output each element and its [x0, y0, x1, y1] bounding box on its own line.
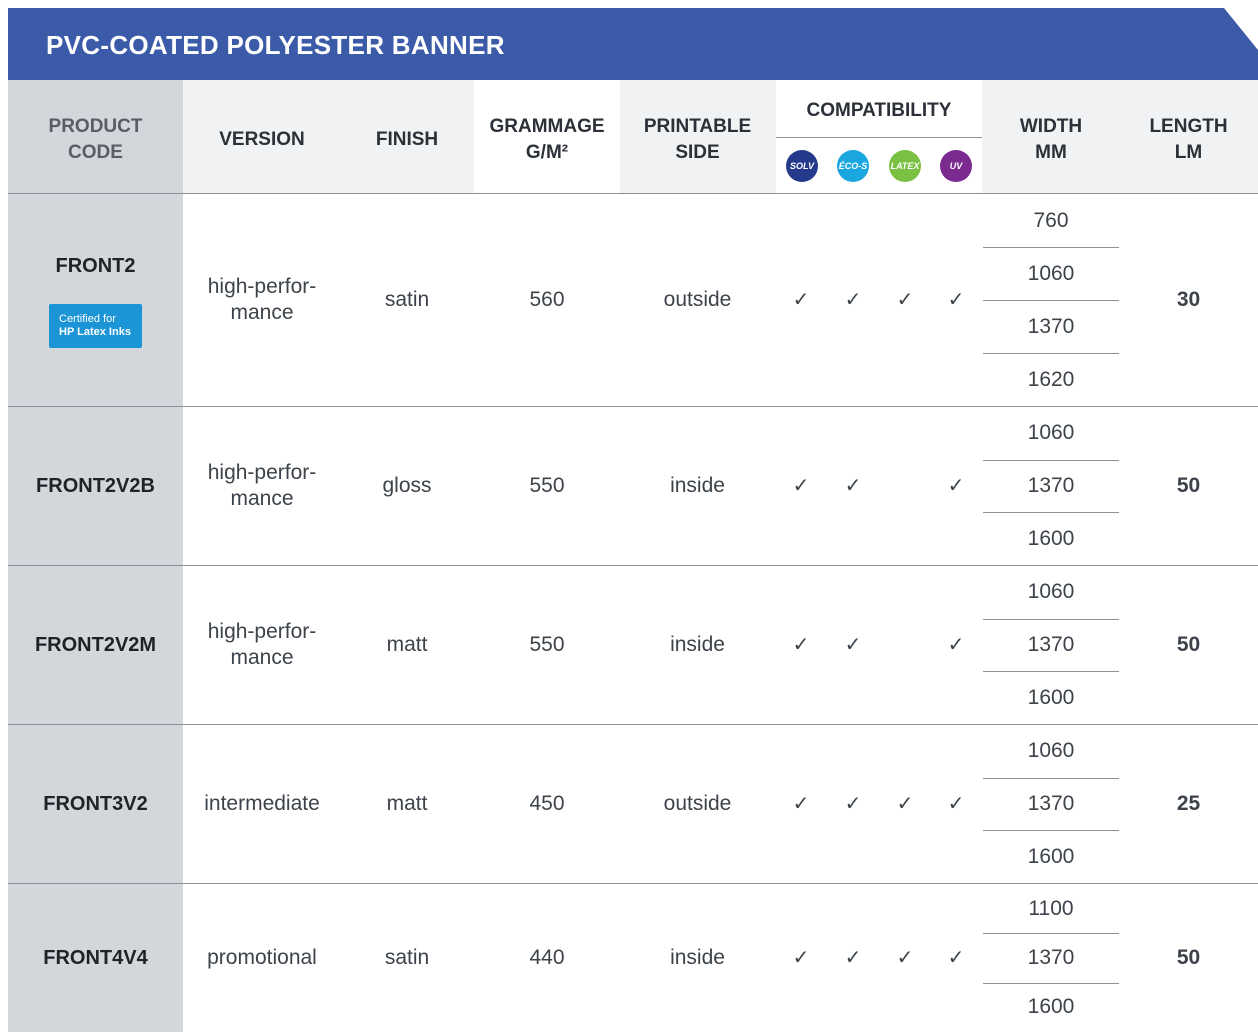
- version-cell: intermediate: [204, 792, 320, 815]
- header-version: VERSION: [219, 129, 305, 150]
- length-cell: 50: [1176, 474, 1201, 497]
- compat-check-cos: ✓: [844, 793, 862, 815]
- compat-check-uv: ✓: [947, 793, 965, 815]
- width-value: 1370: [1027, 791, 1075, 815]
- header-product-code: PRODUCT CODE: [48, 116, 143, 163]
- compat-check-cos: ✓: [844, 289, 862, 311]
- width-value: 1100: [1028, 896, 1074, 920]
- finish-cell: gloss: [382, 474, 432, 497]
- hp-latex-badge: Certified for HP Latex Inks: [49, 304, 142, 348]
- finish-cell: satin: [384, 946, 430, 969]
- header-length: LENGTH LM: [1149, 116, 1228, 163]
- length-cell: 50: [1176, 946, 1201, 969]
- compat-check-solv: ✓: [792, 793, 810, 815]
- grammage-cell: 450: [529, 792, 565, 815]
- finish-cell: matt: [386, 633, 428, 656]
- compat-check-solv: ✓: [792, 475, 810, 497]
- width-value: 760: [1033, 208, 1069, 232]
- printable-side-cell: inside: [670, 474, 725, 497]
- compat-check-latex: ✓: [896, 289, 914, 311]
- width-value: 1600: [1027, 995, 1075, 1019]
- compat-check-solv: ✓: [792, 634, 810, 656]
- product-code: FRONT2V2B: [36, 475, 155, 497]
- width-value: 1600: [1027, 844, 1075, 868]
- header-grammage: GRAMMAGE G/M²: [489, 116, 605, 163]
- compat-check-cos: ✓: [844, 634, 862, 656]
- header-printable-side: PRINTABLE SIDE: [643, 116, 752, 163]
- length-cell: 25: [1176, 792, 1201, 815]
- compat-check-solv: ✓: [792, 289, 810, 311]
- version-cell: promotional: [207, 946, 317, 969]
- compatibility-divider: [776, 137, 982, 138]
- finish-cell: matt: [386, 792, 428, 815]
- product-code: FRONT2V2M: [34, 634, 157, 656]
- badge-line1: Certified for: [59, 313, 116, 325]
- compat-check-uv: ✓: [947, 475, 965, 497]
- grammage-cell: 440: [529, 946, 565, 969]
- product-code: FRONT2: [55, 255, 136, 277]
- version-cell: high-perfor- mance: [207, 275, 317, 324]
- grammage-cell: 550: [529, 474, 565, 497]
- width-value: 1060: [1027, 580, 1075, 604]
- title-banner: PVC-COATED POLYESTER BANNER: [8, 8, 1258, 80]
- printable-side-cell: inside: [670, 633, 725, 656]
- compat-check-cos: ✓: [844, 947, 862, 969]
- product-code: FRONT4V4: [43, 947, 148, 969]
- width-value: 1060: [1027, 739, 1075, 763]
- compat-check-latex: ✓: [896, 793, 914, 815]
- width-value: 1370: [1027, 945, 1075, 969]
- width-value: 1060: [1027, 261, 1075, 285]
- compat-check-latex: ✓: [896, 947, 914, 969]
- compat-check-uv: ✓: [947, 634, 965, 656]
- width-value: 1060: [1027, 421, 1075, 445]
- width-value: 1600: [1027, 685, 1075, 709]
- grammage-cell: 550: [529, 633, 565, 656]
- version-cell: high-perfor- mance: [207, 461, 317, 510]
- product-code: FRONT3V2: [43, 793, 148, 815]
- length-cell: 50: [1176, 633, 1201, 656]
- width-value: 1370: [1027, 314, 1075, 338]
- grammage-cell: 560: [529, 288, 565, 311]
- header-finish: FINISH: [375, 129, 439, 150]
- width-value: 1370: [1027, 632, 1075, 656]
- printable-side-cell: inside: [670, 946, 725, 969]
- compat-check-cos: ✓: [844, 475, 862, 497]
- version-cell: high-perfor- mance: [207, 620, 317, 669]
- width-value: 1600: [1027, 526, 1075, 550]
- width-value: 1370: [1027, 473, 1075, 497]
- ink-icon-uv: UV: [940, 150, 972, 182]
- length-cell: 30: [1176, 288, 1201, 311]
- compat-check-uv: ✓: [947, 947, 965, 969]
- finish-cell: satin: [384, 288, 430, 311]
- width-value: 1620: [1027, 367, 1075, 391]
- ink-icon-solv: SOLV: [786, 150, 818, 182]
- compat-check-solv: ✓: [792, 947, 810, 969]
- header-width: WIDTH MM: [1019, 116, 1083, 163]
- printable-side-cell: outside: [663, 288, 732, 311]
- ink-icon-latex: LATEX: [889, 150, 921, 182]
- compat-check-uv: ✓: [947, 289, 965, 311]
- printable-side-cell: outside: [663, 792, 732, 815]
- page-title: PVC-COATED POLYESTER BANNER: [46, 30, 505, 60]
- badge-line2: HP Latex Inks: [59, 326, 131, 338]
- header-compatibility: COMPATIBILITY: [806, 100, 952, 121]
- ink-icon-cos: ÉCO-S: [837, 150, 869, 182]
